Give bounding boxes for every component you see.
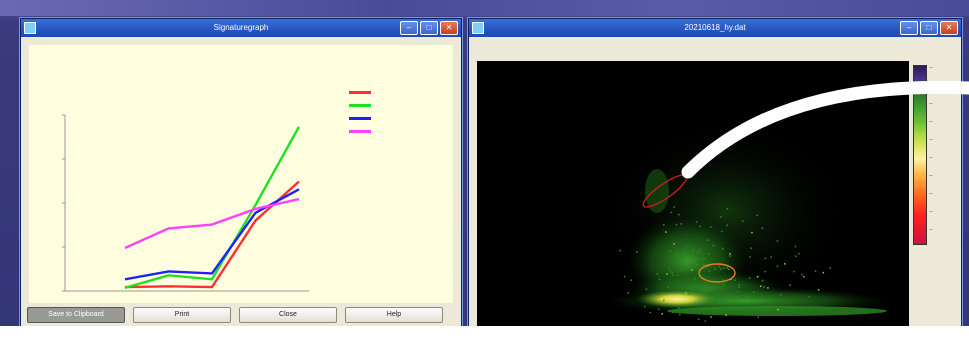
annotation-arc: [681, 80, 969, 179]
annotation-overlay: [681, 80, 969, 179]
slide-caption-strip: [0, 326, 969, 346]
